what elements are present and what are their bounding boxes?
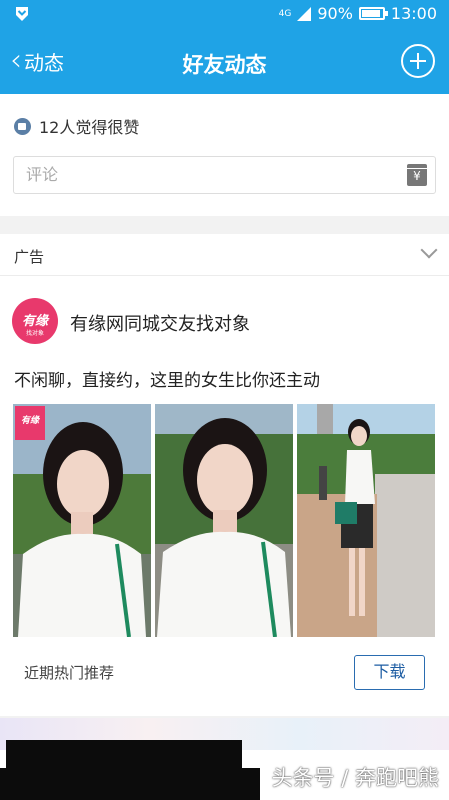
add-circle-icon[interactable] xyxy=(401,44,435,78)
post-footer: 12人觉得很赞 ¥ xyxy=(0,94,449,216)
download-button[interactable]: 下载 xyxy=(354,655,425,690)
battery-percent: 90% xyxy=(317,4,353,23)
photo-badge: 有缘 xyxy=(15,406,45,440)
comment-box: ¥ xyxy=(13,156,436,194)
redacted-area-2 xyxy=(0,768,260,800)
page-title: 好友动态 xyxy=(182,53,267,77)
logo-text: 有缘 xyxy=(21,314,48,329)
ad-label: 广告 xyxy=(14,248,45,266)
likes-summary: 12人觉得很赞 xyxy=(14,114,139,138)
logo-subtext: 找对象 xyxy=(25,330,44,337)
notification-shield-icon xyxy=(16,7,28,21)
ad-photo-2[interactable] xyxy=(155,404,293,637)
ad-photo-1[interactable]: 有缘 xyxy=(13,404,151,637)
chevron-down-icon[interactable] xyxy=(420,241,438,259)
ad-photo-3[interactable] xyxy=(297,404,435,637)
clock: 13:00 xyxy=(390,4,437,23)
ad-header: 广告 xyxy=(0,234,449,276)
watermark: 头条号 / 奔跑吧熊 xyxy=(271,766,439,790)
ad-text: 不闲聊，直接约，这里的女生比你还主动 xyxy=(14,371,320,391)
network-type: 4G xyxy=(278,8,292,19)
advertiser-name[interactable]: 有缘网同城交友找对象 xyxy=(70,310,250,336)
signal-icon xyxy=(297,6,312,21)
battery-icon xyxy=(358,7,388,20)
next-post: 头条号 / 奔跑吧熊 xyxy=(0,718,449,800)
thumbs-up-icon xyxy=(14,117,31,135)
advertiser-logo[interactable]: 有缘 找对象 xyxy=(12,298,58,344)
ad-card: 广告 有缘 找对象 有缘网同城交友找对象 不闲聊，直接约，这里的女生比你还主动 … xyxy=(0,234,449,716)
likes-text: 12人觉得很赞 xyxy=(39,118,140,137)
ad-footer-text: 近期热门推荐 xyxy=(24,664,115,682)
red-packet-icon[interactable]: ¥ xyxy=(407,164,427,186)
comment-input[interactable] xyxy=(26,165,386,184)
status-bar: 4G 90% 13:00 xyxy=(0,0,449,30)
nav-bar: ‹ 动态 好友动态 xyxy=(0,30,449,94)
